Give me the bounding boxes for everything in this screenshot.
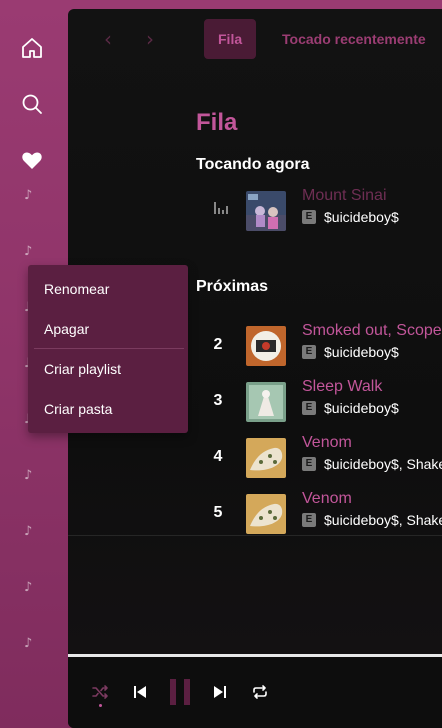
track-artist[interactable]: $uicideboy$ [324,400,399,416]
explicit-badge: E [302,210,316,224]
queue-row[interactable]: 5 Venom E $uicideboy$, Shake [68,490,442,538]
track-meta: E $uicideboy$ [302,344,399,360]
pause-icon[interactable] [168,679,192,705]
album-cover [246,382,286,422]
playlist-note-icon[interactable]: ♪ [24,580,32,595]
track-index: 2 [213,336,223,353]
album-cover [246,494,286,534]
track-index: 4 [213,448,223,465]
menu-item-criar-pasta[interactable]: Criar pasta [44,401,112,417]
menu-separator [34,348,184,349]
explicit-badge: E [302,345,316,359]
album-cover [246,191,286,231]
track-artist[interactable]: $uicideboy$ [324,209,399,225]
back-arrow-icon[interactable]: ‹ [104,29,124,49]
topbar: ‹ › Fila Tocado recentemente [68,9,442,69]
tab-tocado-recentemente[interactable]: Tocado recentemente [282,19,426,59]
next-heading: Próximas [196,278,269,295]
now-playing-row[interactable]: Mount Sinai E $uicideboy$ [68,187,442,235]
shuffle-active-dot [99,704,102,707]
explicit-badge: E [302,513,316,527]
explicit-badge: E [302,401,316,415]
playlist-note-icon[interactable]: ♪ [24,468,32,483]
player-bar [68,654,442,728]
track-title[interactable]: Mount Sinai [302,187,387,205]
heart-icon[interactable] [18,146,46,174]
track-index: 5 [213,504,223,521]
menu-item-apagar[interactable]: Apagar [44,321,89,337]
queue-row[interactable]: 4 Venom E $uicideboy$, Shake [68,434,442,482]
track-title[interactable]: Venom [302,490,352,508]
track-index: 3 [213,392,223,409]
shuffle-icon[interactable] [90,682,110,702]
forward-arrow-icon[interactable]: › [146,29,166,49]
equalizer-icon [213,201,229,220]
playlist-note-icon[interactable]: ♪ [24,188,32,203]
context-menu: Renomear Apagar Criar playlist Criar pas… [28,265,188,433]
playlist-note-icon[interactable]: ♪ [24,244,32,259]
playlist-note-icon[interactable]: ♪ [24,636,32,651]
track-meta: E $uicideboy$ [302,400,399,416]
divider [68,535,442,536]
page-title: Fila [196,109,238,136]
now-playing-heading: Tocando agora [196,156,310,173]
repeat-icon[interactable] [250,682,270,702]
track-title[interactable]: Sleep Walk [302,378,382,396]
track-title[interactable]: Smoked out, Scoped [302,322,442,340]
track-meta: E $uicideboy$ [302,209,399,225]
explicit-badge: E [302,457,316,471]
menu-item-criar-playlist[interactable]: Criar playlist [44,361,121,377]
track-meta: E $uicideboy$, Shake [302,456,442,472]
album-cover [246,326,286,366]
previous-icon[interactable] [130,682,150,702]
tab-fila[interactable]: Fila [204,19,257,59]
track-artist[interactable]: $uicideboy$, Shake [324,456,442,472]
playlist-note-icon[interactable]: ♪ [24,524,32,539]
next-icon[interactable] [210,682,230,702]
track-title[interactable]: Venom [302,434,352,452]
menu-item-renomear[interactable]: Renomear [44,281,109,297]
track-artist[interactable]: $uicideboy$, Shake [324,512,442,528]
track-artist[interactable]: $uicideboy$ [324,344,399,360]
home-icon[interactable] [18,34,46,62]
progress-bar[interactable] [68,654,442,657]
album-cover [246,438,286,478]
search-icon[interactable] [18,90,46,118]
track-meta: E $uicideboy$, Shake [302,512,442,528]
